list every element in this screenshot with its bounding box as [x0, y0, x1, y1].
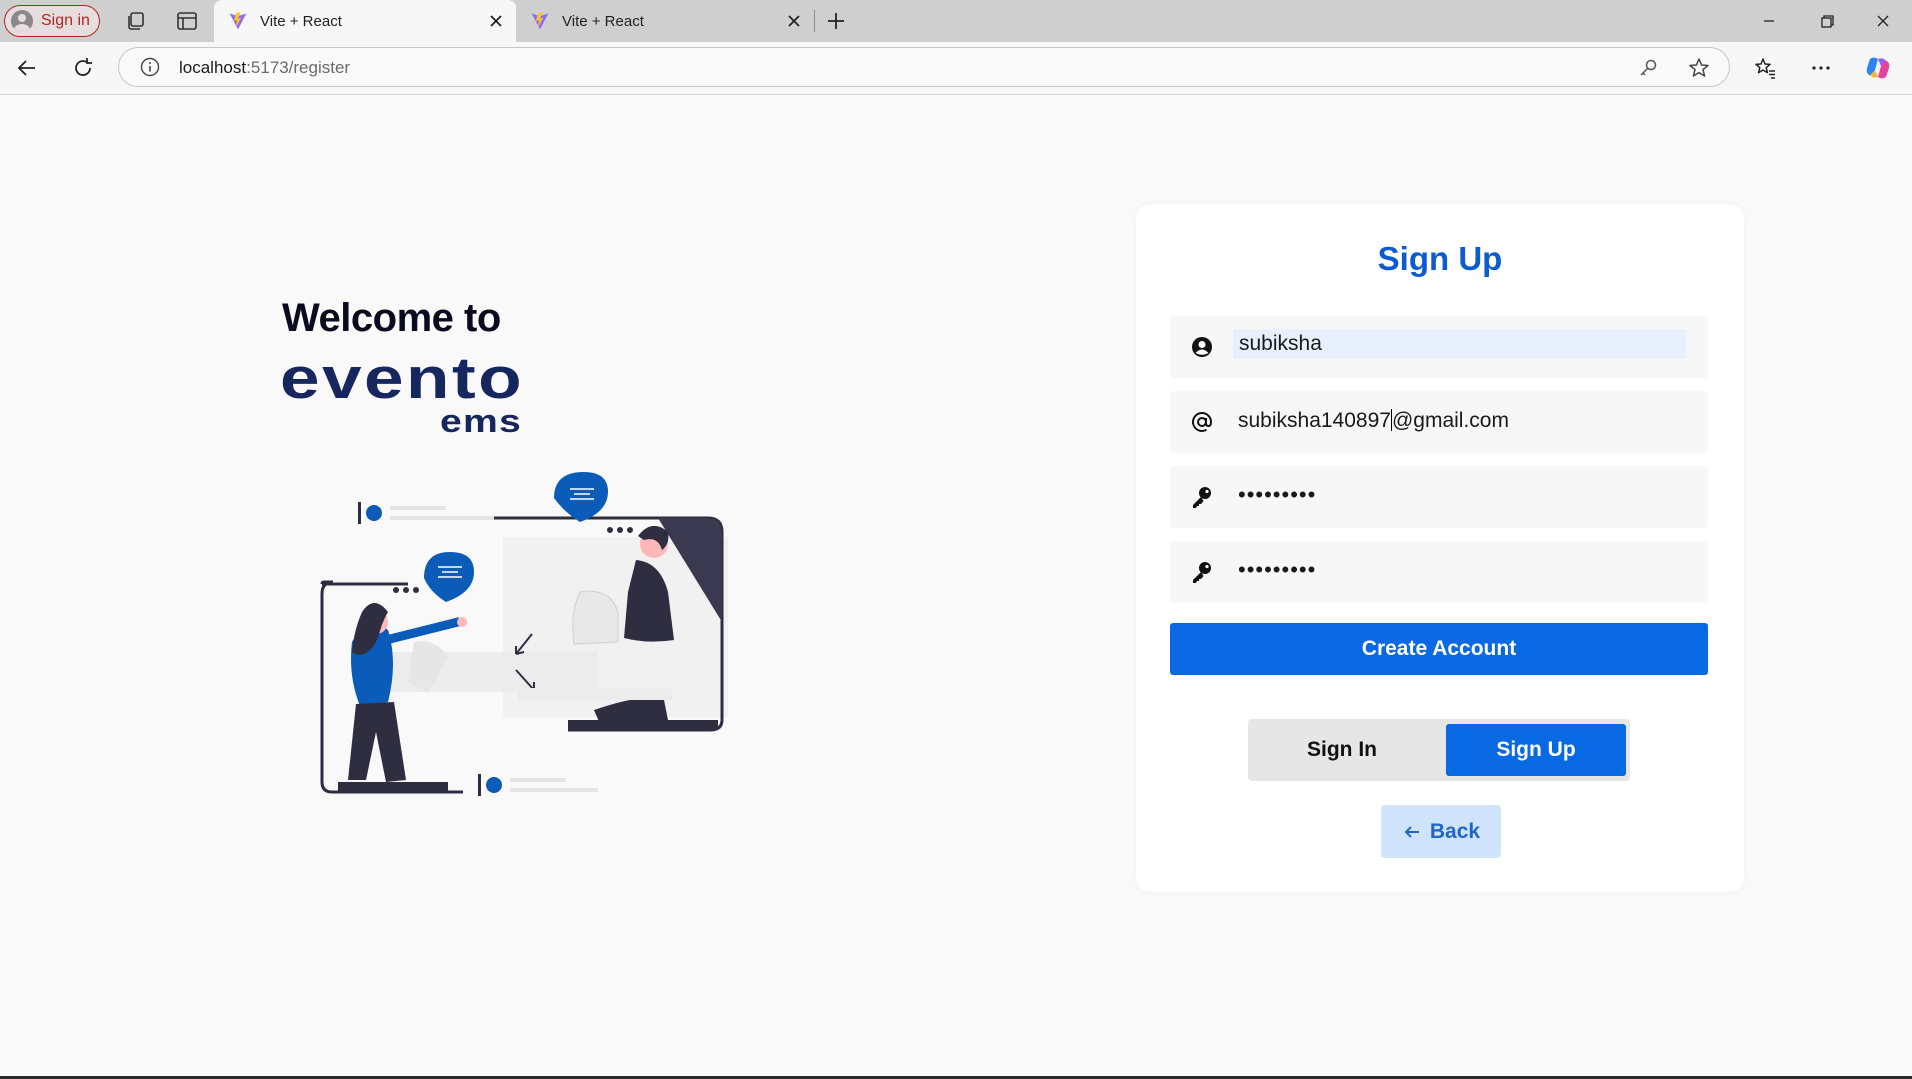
minimize-icon[interactable]: [1756, 8, 1782, 34]
vite-favicon-icon: [531, 12, 549, 30]
browser-tab-strip: Sign in Vite + React Vite + React: [0, 0, 1912, 42]
back-button[interactable]: Back: [1381, 805, 1501, 858]
email-value-end: @gmail.com: [1391, 409, 1509, 432]
confirm-password-field[interactable]: •••••••••: [1170, 541, 1708, 603]
logo-secondary-text: ems: [440, 403, 522, 434]
back-label: Back: [1429, 819, 1481, 843]
close-window-icon[interactable]: [1870, 8, 1896, 34]
tab-vite-react-active[interactable]: Vite + React: [214, 0, 516, 42]
user-circle-icon: [1192, 337, 1212, 357]
vite-favicon-icon: [229, 12, 247, 30]
restore-icon[interactable]: [1814, 8, 1840, 34]
username-field[interactable]: subiksha: [1170, 316, 1708, 378]
tab-vite-react[interactable]: Vite + React: [516, 0, 814, 42]
email-field[interactable]: subiksha140897@gmail.com: [1170, 391, 1708, 453]
url-path: :5173/register: [246, 58, 351, 77]
favorite-star-icon[interactable]: [1687, 56, 1711, 80]
close-tab-icon[interactable]: [784, 11, 804, 31]
profile-sign-in-button[interactable]: Sign in: [4, 5, 100, 37]
new-tab-icon[interactable]: [824, 9, 848, 33]
site-info-icon[interactable]: [139, 56, 161, 78]
arrow-left-icon: [1404, 825, 1419, 838]
copilot-icon[interactable]: [1864, 54, 1892, 82]
back-arrow-icon[interactable]: [14, 55, 40, 81]
tab-actions-icon[interactable]: [175, 9, 199, 33]
url-host: localhost: [179, 58, 247, 77]
username-input[interactable]: subiksha: [1233, 329, 1686, 359]
at-sign-icon: [1192, 412, 1213, 432]
password-input[interactable]: •••••••••: [1238, 482, 1316, 508]
evento-logo: evento ems: [280, 352, 522, 434]
more-options-icon[interactable]: [1808, 55, 1834, 81]
key-icon: [1193, 487, 1211, 508]
url-text[interactable]: localhost:5173/register: [179, 58, 350, 78]
meeting-illustration: [320, 472, 728, 796]
refresh-icon[interactable]: [70, 55, 96, 81]
key-icon: [1193, 562, 1211, 583]
favorites-icon[interactable]: [1752, 55, 1778, 81]
welcome-heading: Welcome to: [282, 296, 501, 340]
email-value-start: subiksha140897: [1238, 409, 1391, 432]
confirm-password-input[interactable]: •••••••••: [1238, 557, 1316, 583]
password-field[interactable]: •••••••••: [1170, 466, 1708, 528]
toggle-sign-up[interactable]: Sign Up: [1446, 724, 1626, 776]
close-tab-icon[interactable]: [486, 11, 506, 31]
signup-card: Sign Up subiksha subiksha140897@gmail.co…: [1136, 204, 1744, 892]
profile-avatar-icon: [11, 10, 33, 32]
email-input[interactable]: subiksha140897@gmail.com: [1238, 409, 1509, 433]
password-key-icon[interactable]: [1637, 57, 1659, 79]
signup-title: Sign Up: [1377, 240, 1503, 277]
profile-label: Sign in: [41, 12, 90, 29]
browser-toolbar: localhost:5173/register: [0, 42, 1912, 95]
toggle-sign-in[interactable]: Sign In: [1252, 724, 1432, 776]
tab-title: Vite + React: [260, 12, 342, 30]
workspaces-icon[interactable]: [124, 9, 148, 33]
address-bar[interactable]: localhost:5173/register: [118, 47, 1730, 87]
create-account-button[interactable]: Create Account: [1170, 623, 1708, 675]
auth-mode-toggle: Sign In Sign Up: [1248, 719, 1630, 781]
tab-separator: [814, 10, 815, 32]
tab-title: Vite + React: [562, 12, 644, 30]
